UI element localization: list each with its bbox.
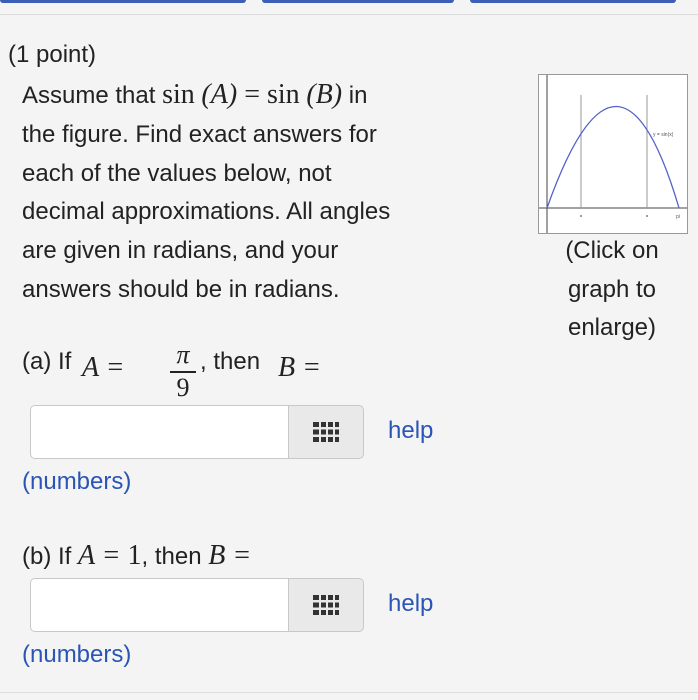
equals-sign: = — [237, 79, 267, 110]
part-b-lhs: A = — [78, 540, 128, 571]
sin-b-arg: (B) — [306, 79, 343, 110]
problem-line-4: decimal approximations. All angles — [22, 198, 391, 226]
sine-curve — [546, 106, 680, 209]
sine-graph: y = sin(x) pi — [539, 75, 687, 233]
problem-line-1-pre: Assume that — [22, 82, 163, 109]
fraction-denominator: 9 — [176, 372, 190, 402]
graph-caption-line-3: enlarge) — [567, 314, 657, 341]
sin-b-func: sin — [266, 79, 300, 110]
problem-line-2: the figure. Find exact answers for — [22, 120, 377, 148]
part-a-rhs: B = — [278, 352, 321, 383]
problem-line-6: answers should be in radians. — [22, 275, 340, 303]
part-b-then: , then — [141, 543, 209, 570]
part-b-value: 1 — [127, 540, 142, 571]
part-a-label: (a) If — [22, 348, 72, 375]
part-b-rhs: B = — [208, 540, 252, 571]
problem-line-1-post: in — [342, 82, 368, 109]
answer-row-b: help — [30, 578, 470, 634]
graph-caption[interactable]: (Click on graph to enlarge) — [532, 232, 692, 348]
sin-a-func: sin — [162, 79, 195, 110]
pi-label: pi — [676, 214, 680, 220]
problem-line-1: Assume that sin (A) = sin (B) in — [22, 76, 452, 116]
points-label: (1 point) — [8, 41, 97, 68]
answer-a-input[interactable] — [30, 405, 288, 459]
grid-icon — [313, 595, 339, 615]
top-tab-bar — [0, 0, 698, 14]
problem-line-3: each of the values below, not — [22, 159, 332, 187]
problem-line-5: are given in radians, and your — [22, 237, 339, 265]
numbers-hint-a[interactable]: (numbers) — [22, 468, 131, 496]
pi-over-9-fraction: π 9 — [170, 342, 196, 401]
top-divider — [0, 14, 698, 15]
answer-row-a: help — [30, 405, 470, 461]
grid-icon — [313, 422, 339, 442]
graph-caption-line-2: graph to — [567, 275, 657, 303]
tick-a — [580, 215, 582, 217]
help-link-a[interactable]: help — [388, 417, 433, 445]
top-tab-1[interactable] — [0, 0, 246, 3]
top-tab-2[interactable] — [262, 0, 454, 3]
answer-b-input[interactable] — [30, 578, 288, 632]
part-b-question: (b) If A = 1, then B = — [22, 540, 251, 572]
sine-graph-thumbnail[interactable]: y = sin(x) pi — [538, 74, 688, 234]
graph-caption-line-1: (Click on — [565, 237, 659, 264]
sin-a-arg: (A) — [201, 79, 238, 110]
answer-a-palette-button[interactable] — [288, 405, 364, 459]
answer-b-palette-button[interactable] — [288, 578, 364, 632]
problem-statement: Assume that sin (A) = sin (B) in the fig… — [22, 76, 452, 310]
bottom-divider — [0, 692, 698, 693]
part-b-label: (b) If — [22, 543, 79, 570]
fraction-numerator: π — [176, 340, 190, 369]
curve-label: y = sin(x) — [653, 132, 674, 138]
numbers-hint-b[interactable]: (numbers) — [22, 641, 131, 669]
top-tab-3[interactable] — [470, 0, 676, 3]
part-a-then: , then — [200, 348, 261, 375]
part-a-lhs: A = — [82, 352, 125, 383]
tick-b — [646, 215, 648, 217]
help-link-b[interactable]: help — [388, 590, 433, 618]
